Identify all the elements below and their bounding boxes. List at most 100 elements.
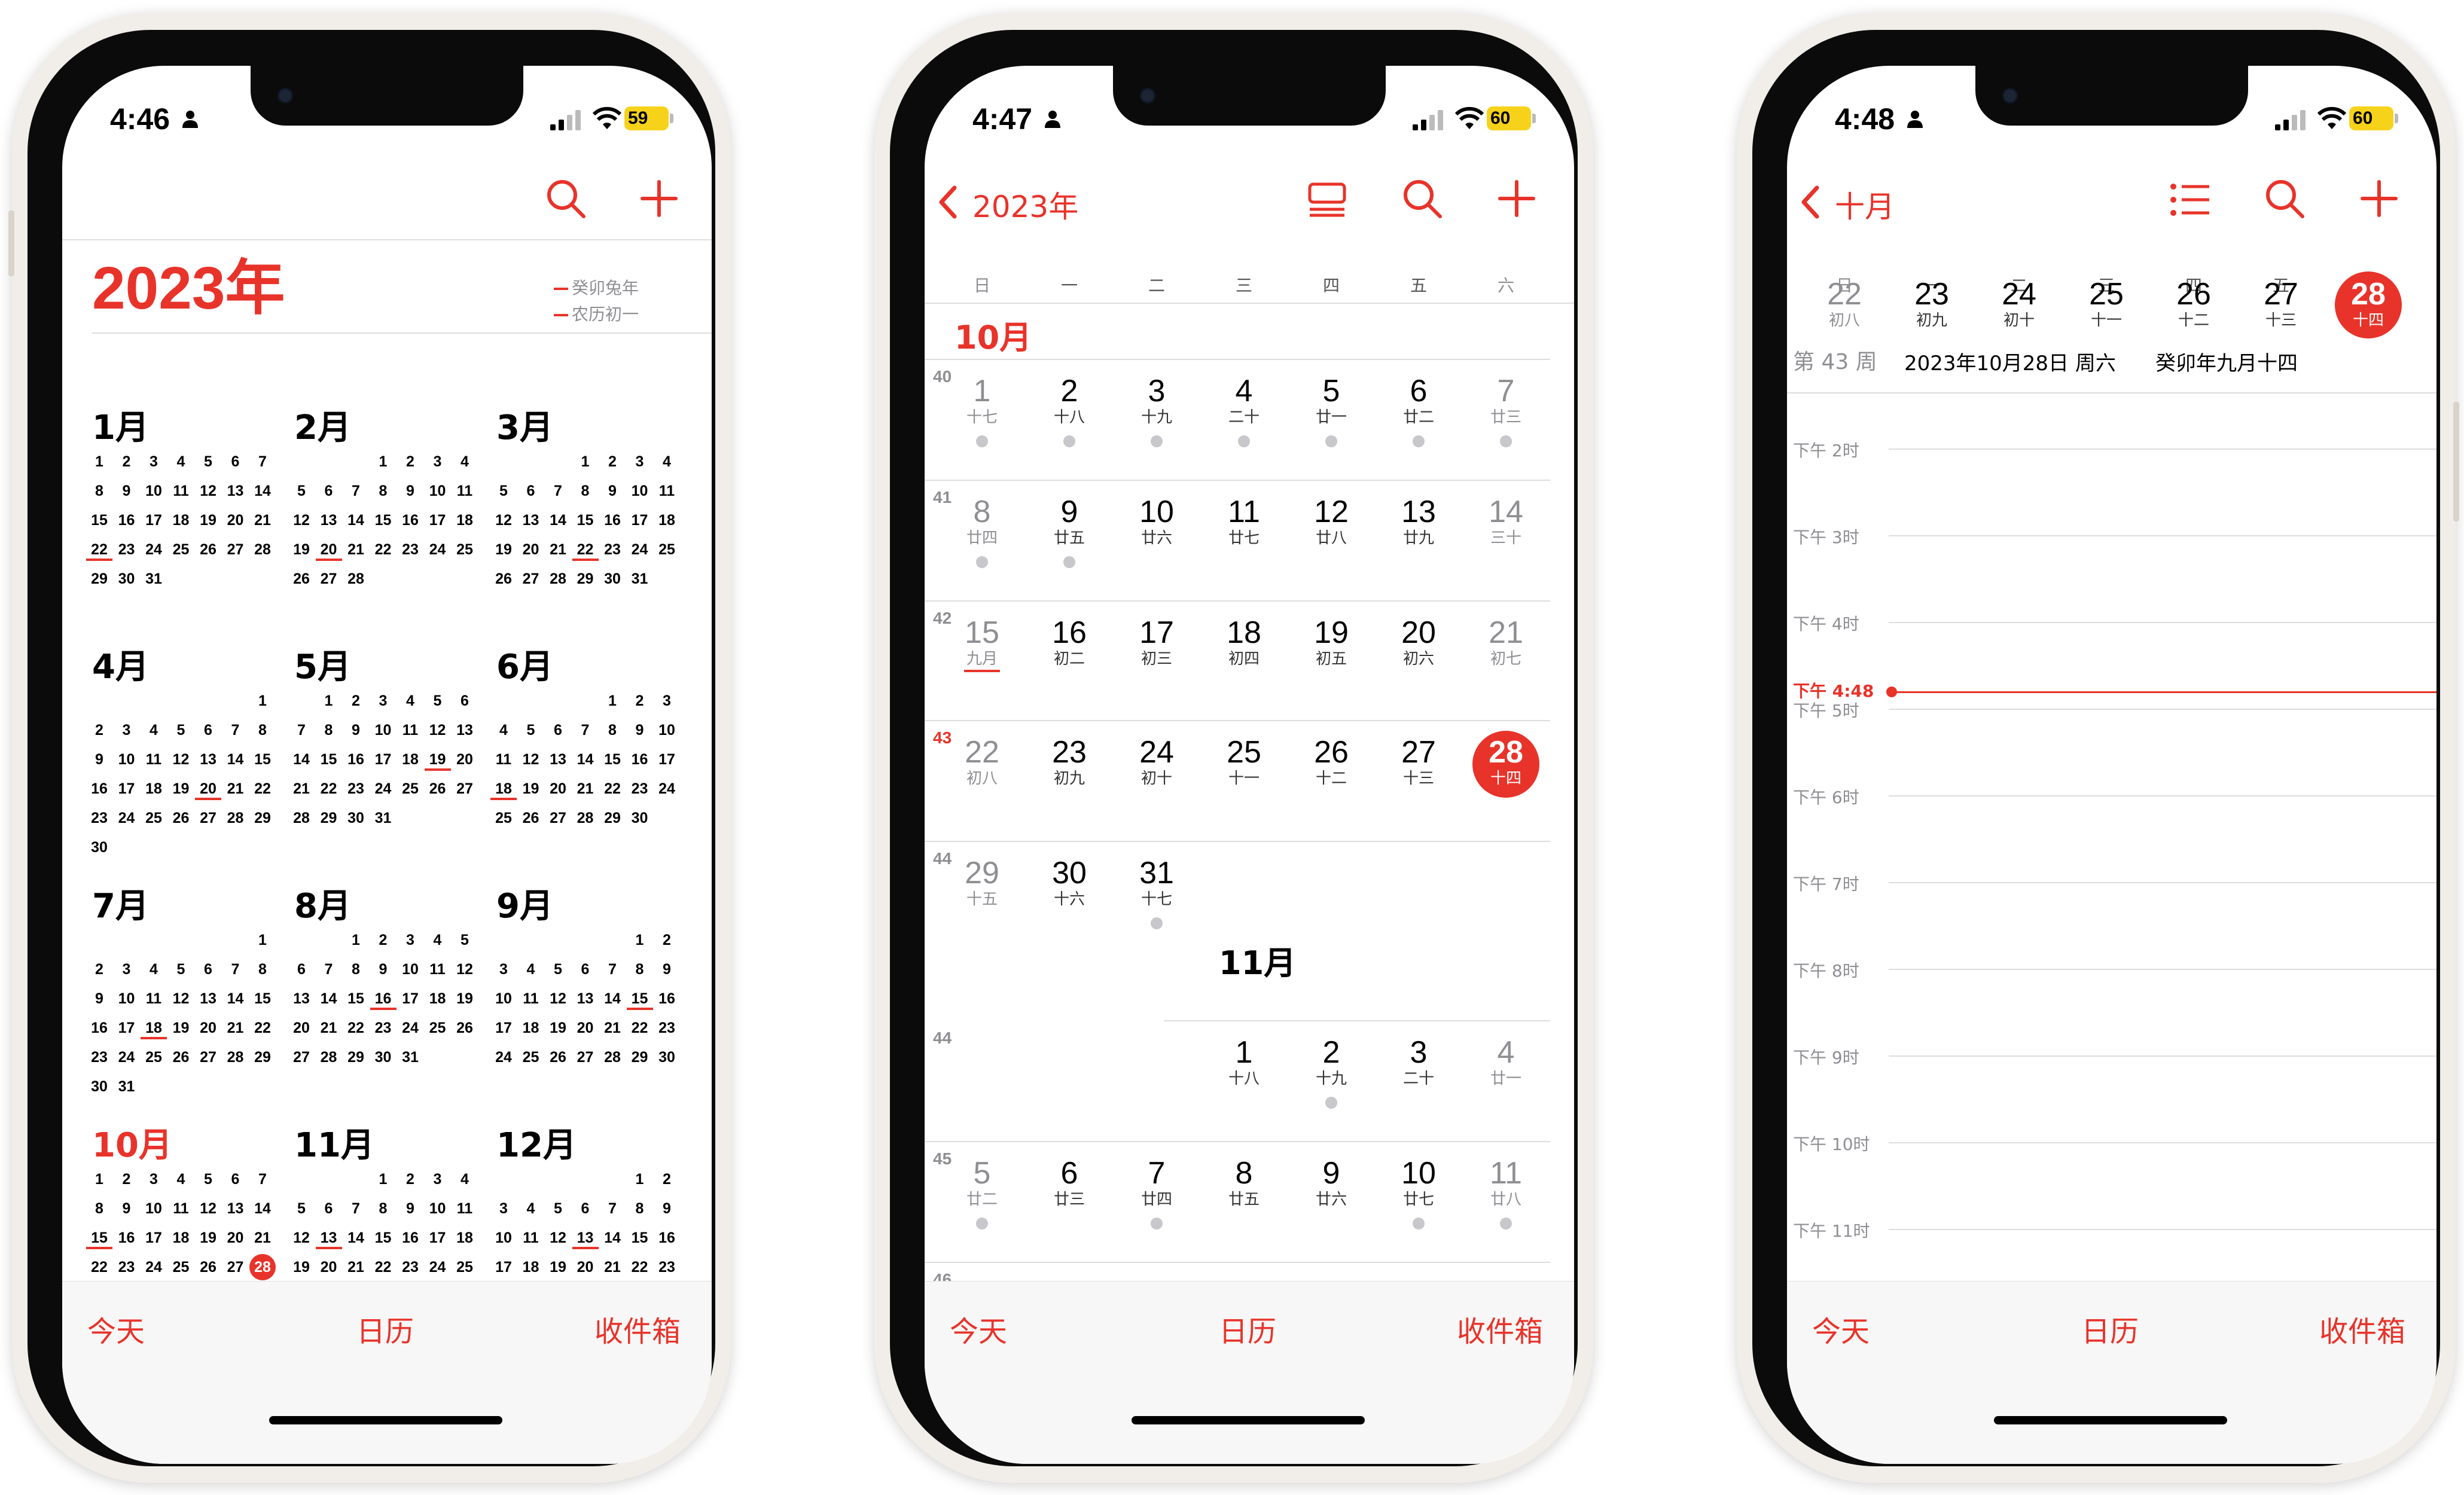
day-cell[interactable]: 13 廿九 bbox=[1383, 495, 1454, 548]
day-number[interactable]: 7 bbox=[343, 483, 369, 500]
day-cell[interactable]: 15 九月 bbox=[946, 616, 1018, 672]
day-number[interactable]: 23 bbox=[397, 541, 423, 559]
day-number[interactable]: 9 bbox=[343, 722, 369, 739]
day-number[interactable]: 28 bbox=[545, 570, 571, 588]
day-number[interactable]: 20 bbox=[452, 751, 478, 768]
day-number[interactable]: 20 bbox=[518, 541, 544, 559]
month-title[interactable]: 1月 bbox=[92, 401, 149, 449]
day-number[interactable]: 5 bbox=[288, 483, 315, 500]
day-number[interactable]: 3 bbox=[397, 932, 423, 949]
day-number[interactable]: 14 bbox=[249, 483, 276, 500]
day-number[interactable]: 1 bbox=[370, 1171, 397, 1188]
day-number[interactable]: 26 bbox=[195, 1259, 221, 1276]
day-number[interactable]: 9 bbox=[627, 722, 653, 739]
day-number[interactable]: 22 bbox=[249, 1020, 276, 1037]
day-number[interactable]: 18 bbox=[168, 1229, 194, 1247]
day-number[interactable]: 5 bbox=[490, 483, 517, 500]
day-cell[interactable]: 5 廿二 bbox=[946, 1157, 1018, 1229]
day-number[interactable]: 16 bbox=[114, 1229, 140, 1247]
day-number[interactable]: 2 bbox=[114, 1171, 140, 1188]
day-number[interactable]: 26 bbox=[490, 570, 517, 588]
day-number[interactable]: 20 bbox=[315, 541, 342, 561]
day-number[interactable]: 8 bbox=[343, 961, 369, 978]
day-number[interactable]: 31 bbox=[627, 570, 653, 588]
day-number[interactable]: 1 bbox=[249, 692, 276, 710]
day-number[interactable]: 8 bbox=[599, 722, 626, 739]
day-number[interactable]: 10 bbox=[141, 483, 167, 500]
day-number[interactable]: 25 bbox=[141, 1049, 167, 1066]
day-number[interactable]: 23 bbox=[86, 1049, 112, 1066]
day-number[interactable]: 14 bbox=[316, 990, 342, 1008]
day-number[interactable]: 12 bbox=[452, 961, 478, 978]
day-number[interactable]: 21 bbox=[316, 1020, 342, 1037]
day-number[interactable]: 2 bbox=[114, 453, 140, 471]
day-number[interactable]: 11 bbox=[397, 722, 423, 739]
day-number[interactable]: 7 bbox=[288, 722, 315, 739]
day-number[interactable]: 10 bbox=[490, 1229, 517, 1247]
day-number[interactable]: 8 bbox=[86, 1200, 112, 1218]
day-cell[interactable]: 17 初三 bbox=[1121, 616, 1193, 669]
day-number[interactable]: 15 bbox=[572, 512, 599, 529]
day-number[interactable]: 23 bbox=[654, 1020, 680, 1037]
day-number[interactable]: 13 bbox=[572, 990, 599, 1008]
day-number[interactable]: 1 bbox=[599, 692, 626, 710]
tab-calendar[interactable]: 日历 bbox=[1219, 1308, 1276, 1350]
day-number[interactable]: 20 bbox=[195, 1020, 221, 1037]
day-number[interactable]: 14 bbox=[222, 751, 249, 768]
day-number[interactable]: 15 bbox=[249, 990, 276, 1008]
day-number[interactable]: 11 bbox=[490, 751, 517, 768]
day-number[interactable]: 24 bbox=[425, 1259, 451, 1276]
day-cell[interactable]: 4 二十 bbox=[1208, 374, 1280, 447]
tab-today[interactable]: 今天 bbox=[950, 1308, 1007, 1350]
day-number[interactable]: 20 bbox=[572, 1020, 599, 1037]
day-number[interactable]: 1 bbox=[627, 932, 653, 949]
day-cell[interactable]: 30 十六 bbox=[1033, 856, 1105, 909]
day-number[interactable]: 17 bbox=[490, 1020, 517, 1037]
day-number[interactable]: 12 bbox=[545, 1229, 571, 1247]
day-number[interactable]: 17 bbox=[141, 512, 167, 529]
day-cell[interactable]: 9 廿五 bbox=[1033, 495, 1105, 568]
day-number[interactable]: 29 bbox=[316, 810, 342, 827]
day-number[interactable]: 19 bbox=[452, 990, 478, 1008]
day-number[interactable]: 28 bbox=[343, 570, 369, 588]
day-number[interactable]: 10 bbox=[141, 1200, 167, 1218]
day-number[interactable]: 16 bbox=[397, 1229, 423, 1247]
day-number[interactable]: 14 bbox=[222, 990, 249, 1008]
day-number[interactable]: 20 bbox=[316, 1259, 342, 1276]
day-number[interactable]: 27 bbox=[452, 780, 478, 798]
day-number[interactable]: 16 bbox=[86, 1020, 112, 1037]
day-number[interactable]: 19 bbox=[168, 780, 194, 798]
day-number[interactable]: 7 bbox=[222, 961, 249, 978]
day-number[interactable]: 15 bbox=[370, 1229, 397, 1247]
day-number[interactable]: 25 bbox=[518, 1049, 544, 1066]
day-number[interactable]: 11 bbox=[141, 990, 167, 1008]
day-number[interactable]: 31 bbox=[397, 1049, 423, 1066]
day-number[interactable]: 10 bbox=[654, 722, 680, 739]
week-day-cell[interactable]: 22 初八 bbox=[1809, 277, 1880, 330]
day-cell[interactable]: 21 初七 bbox=[1470, 616, 1542, 669]
day-number[interactable]: 13 bbox=[315, 1229, 342, 1249]
day-number[interactable]: 27 bbox=[222, 541, 249, 559]
day-number[interactable]: 19 bbox=[545, 1259, 571, 1276]
day-number[interactable]: 6 bbox=[195, 961, 221, 978]
day-number[interactable]: 27 bbox=[572, 1049, 599, 1066]
day-number[interactable]: 24 bbox=[114, 1049, 140, 1066]
day-cell[interactable]: 22 初八 bbox=[946, 736, 1018, 788]
day-number[interactable]: 15 bbox=[316, 751, 342, 768]
day-number[interactable]: 22 bbox=[86, 1259, 112, 1276]
day-number[interactable]: 5 bbox=[545, 1200, 571, 1218]
day-cell[interactable]: 3 十九 bbox=[1121, 374, 1193, 447]
day-number[interactable]: 21 bbox=[572, 780, 599, 798]
day-number[interactable]: 5 bbox=[425, 692, 451, 710]
day-number[interactable]: 9 bbox=[397, 1200, 423, 1218]
day-number[interactable]: 12 bbox=[490, 512, 517, 529]
day-number[interactable]: 4 bbox=[518, 1200, 544, 1218]
day-number[interactable]: 6 bbox=[288, 961, 315, 978]
day-number[interactable]: 24 bbox=[397, 1020, 423, 1037]
day-number[interactable]: 5 bbox=[168, 961, 194, 978]
day-number[interactable]: 9 bbox=[599, 483, 626, 500]
day-number[interactable]: 21 bbox=[343, 541, 369, 559]
list-view-icon[interactable] bbox=[1307, 182, 1347, 218]
day-number[interactable]: 26 bbox=[288, 570, 315, 588]
day-cell[interactable]: 5 廿一 bbox=[1295, 374, 1367, 447]
